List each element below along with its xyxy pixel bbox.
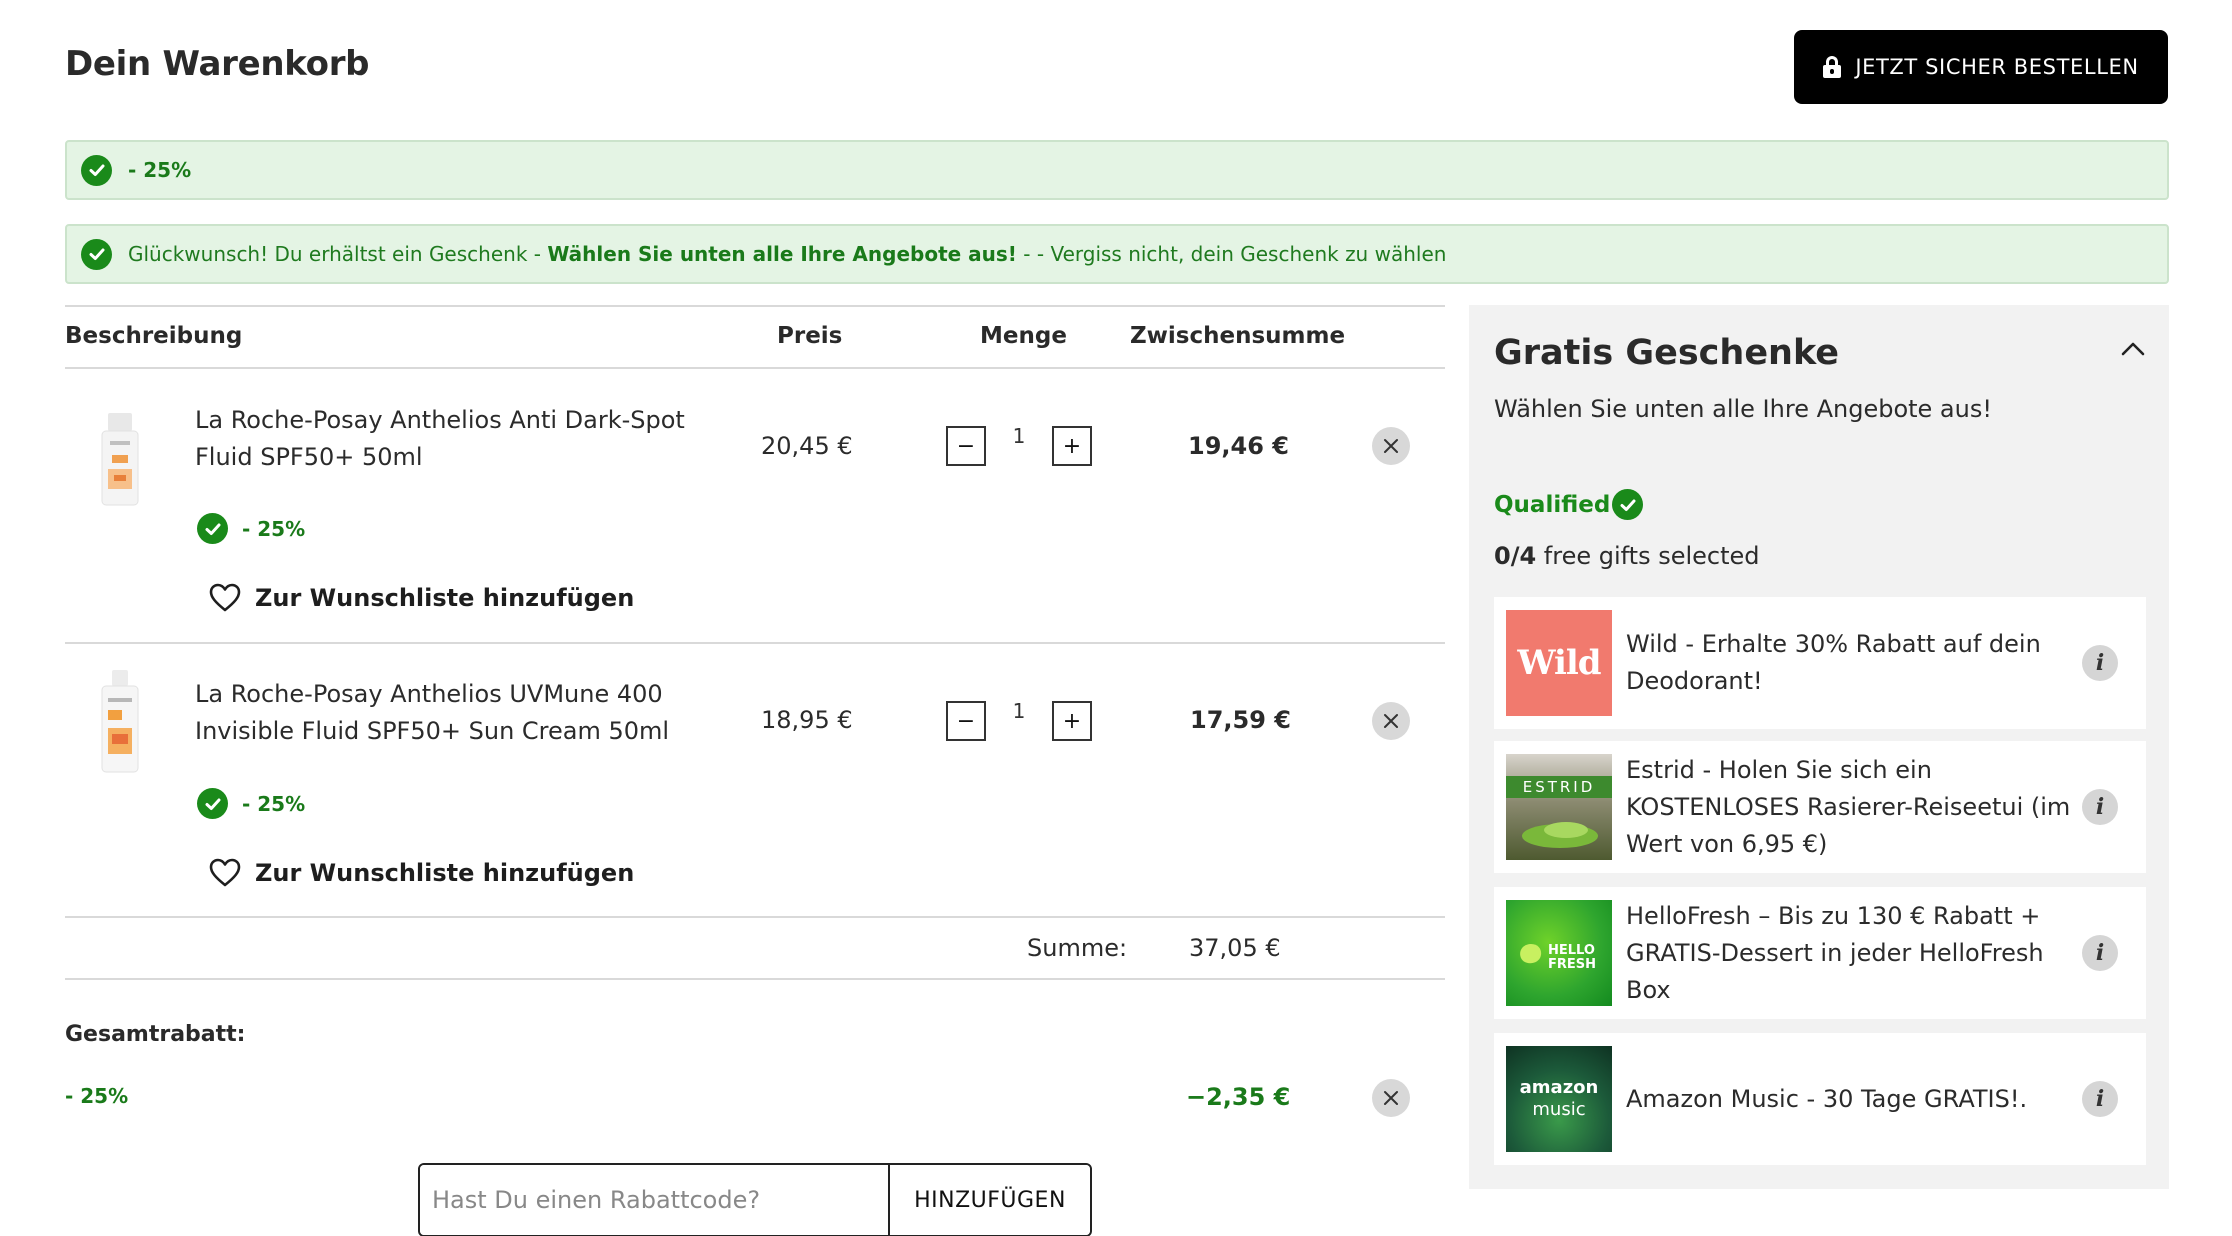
heart-icon: [209, 583, 241, 612]
gift-banner-text: Glückwunsch! Du erhältst ein Geschenk - …: [128, 242, 1446, 266]
add-to-wishlist-link[interactable]: Zur Wunschliste hinzufügen: [209, 858, 634, 888]
wishlist-label: Zur Wunschliste hinzufügen: [255, 859, 635, 887]
info-icon[interactable]: i: [2082, 1081, 2118, 1117]
item-discount: - 25%: [197, 513, 305, 544]
divider: [65, 978, 1445, 980]
remove-discount-button[interactable]: [1372, 1079, 1410, 1117]
total-discount-value: −2,35 €: [1186, 1083, 1291, 1111]
gift-offer[interactable]: HELLO FRESH HelloFresh – Bis zu 130 € Ra…: [1494, 887, 2146, 1019]
column-header-price: Preis: [777, 323, 843, 349]
gifts-selected-number: 0: [1494, 542, 1511, 570]
product-subtotal: 17,59 €: [1190, 706, 1291, 734]
divider: [65, 642, 1445, 644]
wild-logo: Wild: [1506, 610, 1612, 716]
info-icon[interactable]: i: [2082, 645, 2118, 681]
gift-offer-text: Wild - Erhalte 30% Rabatt auf dein Deodo…: [1626, 630, 2041, 695]
increase-quantity-button[interactable]: +: [1052, 701, 1092, 741]
page-title: Dein Warenkorb: [65, 44, 370, 84]
add-to-wishlist-link[interactable]: Zur Wunschliste hinzufügen: [209, 583, 634, 613]
gift-offer-text: Estrid - Holen Sie sich ein KOSTENLOSES …: [1626, 755, 2071, 858]
gift-offer-text: Amazon Music - 30 Tage GRATIS!.: [1626, 1084, 2028, 1113]
check-icon: [197, 513, 228, 544]
gift-offer-text: HelloFresh – Bis zu 130 € Rabatt + GRATI…: [1626, 901, 2044, 1004]
info-icon[interactable]: i: [2082, 935, 2118, 971]
quantity-value[interactable]: 1: [994, 699, 1044, 723]
gift-offer[interactable]: Wild Wild - Erhalte 30% Rabatt auf dein …: [1494, 597, 2146, 729]
amazon-music-logo: amazon music: [1506, 1046, 1612, 1152]
total-discount-name: - 25%: [65, 1084, 129, 1108]
hellofresh-logo: HELLO FRESH: [1506, 900, 1612, 1006]
divider: [65, 305, 1445, 307]
coupon-form: HINZUFÜGEN: [418, 1163, 1092, 1236]
product-price: 18,95 €: [761, 706, 853, 734]
gifts-count-suffix: free gifts selected: [1536, 542, 1760, 570]
amazon-music-logo-text: music: [1532, 1099, 1586, 1120]
coupon-code-input[interactable]: [420, 1165, 890, 1235]
decrease-quantity-button[interactable]: −: [946, 426, 986, 466]
gifts-total-number: 4: [1519, 542, 1537, 570]
order-securely-button[interactable]: JETZT SICHER BESTELLEN: [1794, 30, 2168, 104]
gift-offer[interactable]: ESTRID Estrid - Holen Sie sich ein KOSTE…: [1494, 741, 2146, 873]
chevron-up-icon[interactable]: [2118, 334, 2148, 364]
gift-banner-suffix: - - Vergiss nicht, dein Geschenk zu wähl…: [1016, 242, 1447, 266]
discount-banner: - 25%: [65, 140, 2169, 200]
discount-banner-text: - 25%: [128, 158, 192, 182]
quantity-value[interactable]: 1: [994, 424, 1044, 448]
check-icon: [81, 238, 112, 270]
sum-label: Summe:: [1027, 934, 1128, 962]
qualified-status: Qualified: [1494, 489, 1644, 520]
wishlist-label: Zur Wunschliste hinzufügen: [255, 584, 635, 612]
amazon-music-logo-text: amazon: [1519, 1077, 1599, 1098]
order-button-label: JETZT SICHER BESTELLEN: [1855, 55, 2139, 79]
remove-item-button[interactable]: [1372, 702, 1410, 740]
gift-offer[interactable]: amazon music Amazon Music - 30 Tage GRAT…: [1494, 1033, 2146, 1165]
product-name[interactable]: La Roche-Posay Anthelios UVMune 400 Invi…: [195, 676, 695, 750]
product-thumbnail[interactable]: [90, 668, 150, 778]
divider: [65, 367, 1445, 369]
gift-banner-link[interactable]: Wählen Sie unten alle Ihre Angebote aus!: [547, 242, 1017, 266]
gifts-selected-count: 0/4 free gifts selected: [1494, 542, 1760, 570]
increase-quantity-button[interactable]: +: [1052, 426, 1092, 466]
column-header-description: Beschreibung: [65, 323, 243, 349]
apply-coupon-button[interactable]: HINZUFÜGEN: [890, 1165, 1090, 1235]
close-icon: [1384, 1091, 1398, 1105]
free-gifts-subtitle: Wählen Sie unten alle Ihre Angebote aus!: [1494, 395, 1992, 423]
quantity-stepper: − 1 +: [946, 424, 1092, 466]
estrid-logo-text: ESTRID: [1506, 776, 1612, 798]
product-price: 20,45 €: [761, 432, 853, 460]
gift-banner-prefix: Glückwunsch! Du erhältst ein Geschenk -: [128, 242, 548, 266]
decrease-quantity-button[interactable]: −: [946, 701, 986, 741]
hellofresh-logo-text: FRESH: [1548, 957, 1597, 972]
cart-item: [90, 668, 150, 782]
check-icon: [197, 788, 228, 819]
check-icon: [1612, 489, 1644, 520]
qualified-label: Qualified: [1494, 491, 1611, 518]
hellofresh-logo-text: HELLO: [1548, 943, 1595, 958]
item-discount-label: - 25%: [242, 791, 306, 816]
wild-logo-text: Wild: [1517, 643, 1601, 683]
check-icon: [81, 154, 112, 186]
column-header-quantity: Menge: [980, 323, 1067, 349]
free-gifts-title: Gratis Geschenke: [1494, 333, 1840, 373]
column-header-subtotal: Zwischensumme: [1130, 323, 1346, 349]
close-icon: [1384, 714, 1398, 728]
quantity-stepper: − 1 +: [946, 699, 1092, 741]
estrid-logo: ESTRID: [1506, 754, 1612, 860]
total-discount-label: Gesamtrabatt:: [65, 1022, 246, 1047]
item-discount: - 25%: [197, 788, 305, 819]
gift-banner: Glückwunsch! Du erhältst ein Geschenk - …: [65, 224, 2169, 284]
product-name[interactable]: La Roche-Posay Anthelios Anti Dark-Spot …: [195, 402, 695, 476]
heart-icon: [209, 858, 241, 887]
product-subtotal: 19,46 €: [1188, 432, 1289, 460]
item-discount-label: - 25%: [242, 516, 306, 541]
cart-item: [90, 405, 150, 519]
product-thumbnail[interactable]: [90, 405, 150, 515]
remove-item-button[interactable]: [1372, 427, 1410, 465]
lock-icon: [1823, 56, 1842, 78]
divider: [65, 916, 1445, 918]
info-icon[interactable]: i: [2082, 789, 2118, 825]
sum-value: 37,05 €: [1189, 934, 1281, 962]
close-icon: [1384, 439, 1398, 453]
